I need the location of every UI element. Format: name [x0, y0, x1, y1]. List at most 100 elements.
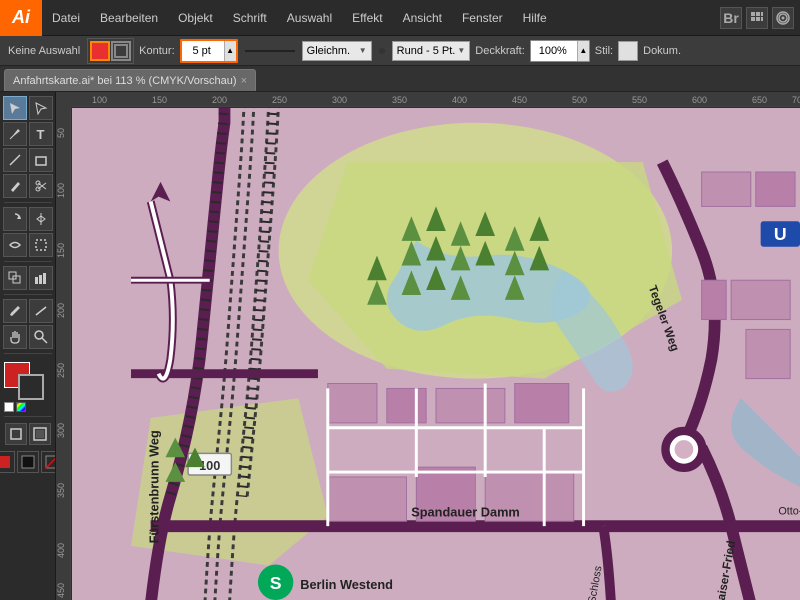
stroke-input-group[interactable]: ▲ [180, 39, 238, 63]
style-swatch[interactable] [618, 41, 638, 61]
zoom-tool[interactable] [29, 325, 53, 349]
style-label: Stil: [593, 45, 615, 57]
top-icon-group: Br [720, 7, 800, 29]
measure-tool[interactable] [29, 299, 53, 323]
line-style-group [241, 50, 299, 52]
ruler-horizontal: // ticks drawn via inline approach not s… [72, 92, 800, 108]
svg-text:200: 200 [56, 303, 66, 318]
ruler-corner [56, 92, 72, 108]
rect-tool[interactable] [29, 148, 53, 172]
menu-items: Datei Bearbeiten Objekt Schrift Auswahl … [42, 0, 557, 35]
fill-swatch-btn[interactable] [90, 41, 110, 61]
line-preview [245, 50, 295, 52]
svg-text:Otto-S: Otto-S [778, 505, 800, 517]
stroke-color-box[interactable] [18, 374, 44, 400]
svg-text:200: 200 [212, 95, 227, 105]
menu-bearbeiten[interactable]: Bearbeiten [90, 0, 168, 35]
screen-mode-btn[interactable] [5, 423, 27, 445]
menu-ansicht[interactable]: Ansicht [393, 0, 452, 35]
map-illustration: U [72, 108, 800, 600]
svg-text:400: 400 [56, 543, 66, 558]
svg-text:100: 100 [92, 95, 107, 105]
swatch-dark[interactable] [0, 451, 15, 473]
opacity-input-group[interactable]: ▲ [530, 40, 590, 62]
tab-title: Anfahrtskarte.ai* bei 113 % (CMYK/Vorsch… [13, 75, 237, 87]
ruler-vertical: 50 100 150 200 250 300 350 400 450 [56, 92, 72, 600]
opacity-input[interactable] [531, 41, 575, 61]
svg-text:100: 100 [56, 183, 66, 198]
tool-row-7 [3, 266, 53, 290]
pencil-tool[interactable] [3, 174, 27, 198]
grid-icon[interactable] [746, 7, 768, 29]
line-type-dropdown[interactable]: Gleichm. ▼ [302, 41, 372, 61]
tool-row-8 [3, 299, 53, 323]
swatch-black[interactable] [17, 451, 39, 473]
svg-text:500: 500 [572, 95, 587, 105]
scissors-tool[interactable] [29, 174, 53, 198]
stroke-swatch-btn[interactable] [111, 41, 131, 61]
menu-effekt[interactable]: Effekt [342, 0, 392, 35]
tool-divider-4 [4, 353, 52, 354]
direct-select-tool[interactable] [29, 96, 53, 120]
canvas-content: U [72, 108, 800, 600]
cap-style-dropdown[interactable]: Rund - 5 Pt. ▼ [392, 41, 471, 61]
cap-group [375, 48, 389, 54]
svg-text:50: 50 [56, 128, 66, 138]
tool-row-5 [3, 207, 53, 231]
chart-tool[interactable] [29, 266, 53, 290]
tab-close-btn[interactable]: × [241, 75, 247, 87]
selection-label: Keine Auswahl [4, 45, 84, 57]
app-logo: Ai [0, 0, 42, 36]
svg-text:300: 300 [56, 423, 66, 438]
opacity-increment-btn[interactable]: ▲ [577, 41, 589, 61]
svg-text:Spandauer Damm: Spandauer Damm [411, 504, 520, 519]
toolbar: Keine Auswahl Kontur: ▲ Gleichm. ▼ Rund … [0, 36, 800, 66]
swatch-slash[interactable] [41, 451, 57, 473]
fill-stroke-group[interactable] [87, 38, 134, 64]
menu-objekt[interactable]: Objekt [168, 0, 223, 35]
svg-text:350: 350 [56, 483, 66, 498]
svg-text:600: 600 [692, 95, 707, 105]
menu-auswahl[interactable]: Auswahl [277, 0, 342, 35]
svg-text:150: 150 [56, 243, 66, 258]
shape-builder-tool[interactable] [3, 266, 27, 290]
default-colors-icon[interactable] [4, 402, 14, 412]
stroke-input[interactable] [182, 41, 222, 61]
svg-text:250: 250 [56, 363, 66, 378]
svg-text:650: 650 [752, 95, 767, 105]
line-tool[interactable] [3, 148, 27, 172]
tool-row-1 [3, 96, 53, 120]
pen-tool[interactable] [3, 122, 27, 146]
svg-text:300: 300 [332, 95, 347, 105]
free-transform-tool[interactable] [29, 233, 53, 257]
extra-swatches [0, 451, 56, 473]
rotate-tool[interactable] [3, 207, 27, 231]
tool-row-2: T [3, 122, 53, 146]
opacity-label: Deckkraft: [473, 45, 527, 57]
tool-divider-1 [4, 202, 52, 203]
menu-datei[interactable]: Datei [42, 0, 90, 35]
settings-icon[interactable] [772, 7, 794, 29]
menu-hilfe[interactable]: Hilfe [513, 0, 557, 35]
tool-row-6 [3, 233, 53, 257]
fullscreen-mode-btn[interactable] [29, 423, 51, 445]
svg-text:S: S [270, 573, 282, 593]
warp-tool[interactable] [3, 233, 27, 257]
type-tool[interactable]: T [29, 122, 53, 146]
chevron-down-icon: ▼ [359, 46, 367, 55]
svg-text:450: 450 [512, 95, 527, 105]
screen-mode-area [5, 423, 51, 445]
menu-fenster[interactable]: Fenster [452, 0, 513, 35]
bridge-icon[interactable]: Br [720, 7, 742, 29]
mirror-tool[interactable] [29, 207, 53, 231]
svg-text:150: 150 [152, 95, 167, 105]
document-tab[interactable]: Anfahrtskarte.ai* bei 113 % (CMYK/Vorsch… [4, 69, 256, 91]
menu-schrift[interactable]: Schrift [223, 0, 277, 35]
hand-tool[interactable] [3, 325, 27, 349]
svg-text:U: U [774, 224, 787, 244]
svg-text:250: 250 [272, 95, 287, 105]
eyedropper-tool[interactable] [3, 299, 27, 323]
stroke-increment-btn[interactable]: ▲ [224, 41, 236, 61]
swap-colors-icon[interactable] [16, 402, 26, 412]
select-tool[interactable] [3, 96, 27, 120]
